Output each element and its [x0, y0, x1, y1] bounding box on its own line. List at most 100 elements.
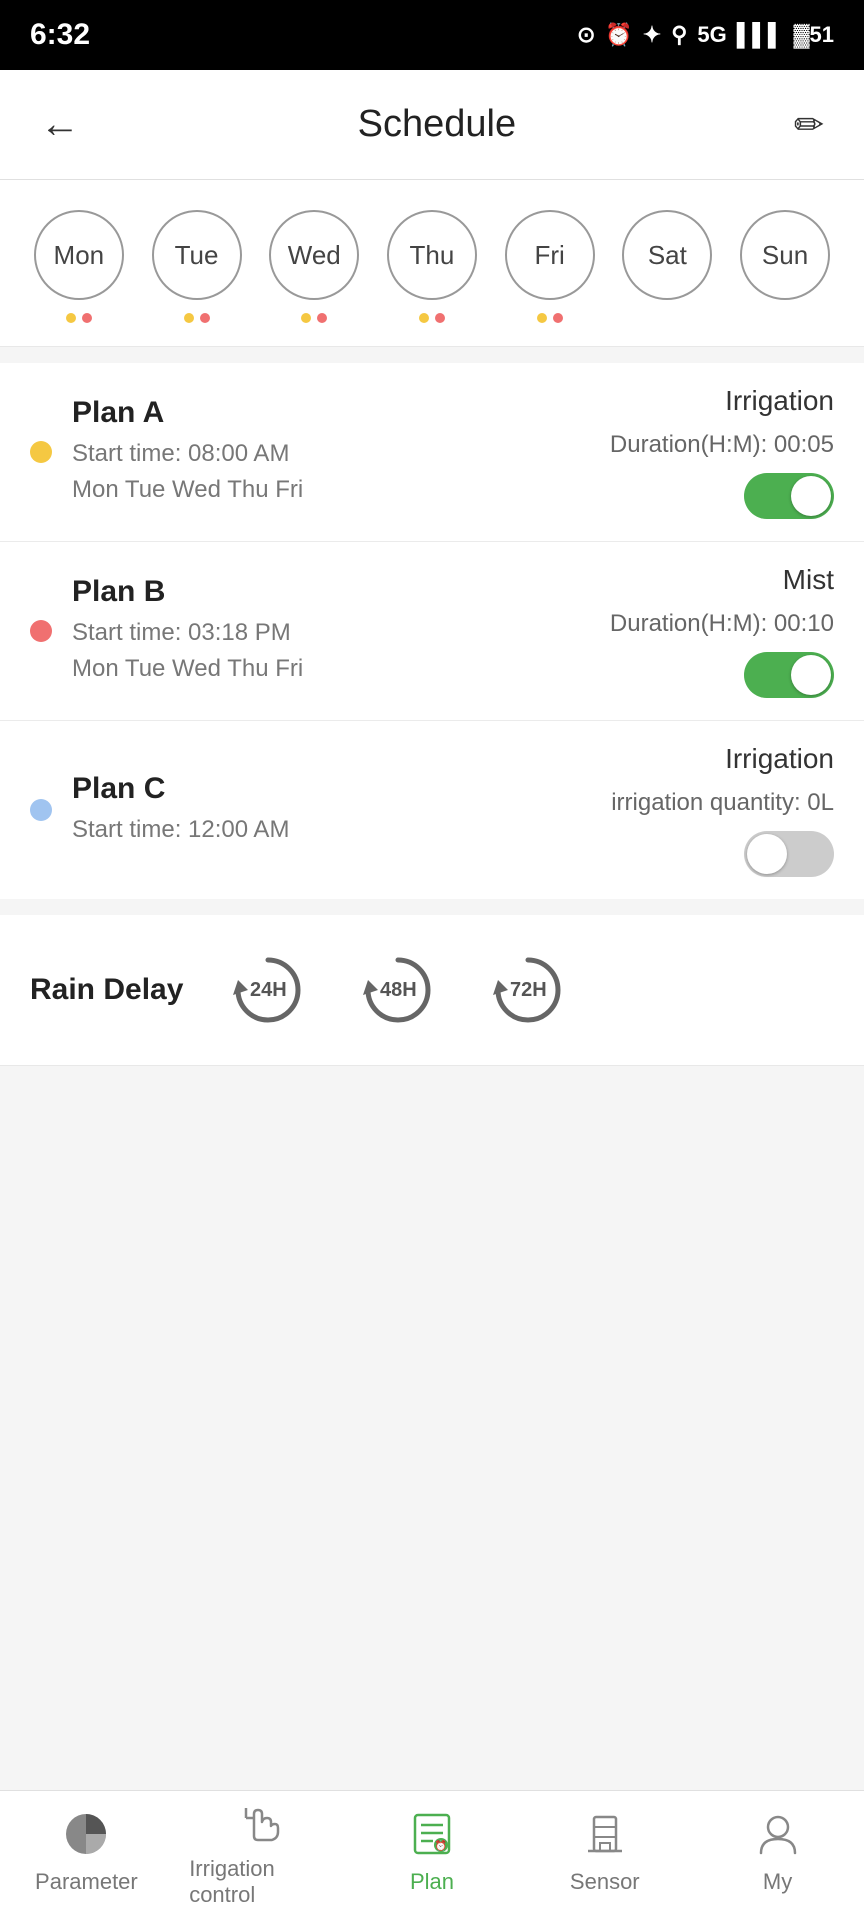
plan-toggle-b[interactable]: [744, 652, 834, 698]
hand-icon: [234, 1796, 284, 1846]
dot-red: [435, 313, 445, 323]
dot-yellow: [301, 313, 311, 323]
day-circle-wed[interactable]: Wed: [269, 210, 359, 300]
status-icons: ⊙ ⏰ ✦ ⚲ 5G ▌▌▌ ▓51: [577, 22, 834, 48]
nav-item-plan[interactable]: ⏰ Plan: [362, 1807, 502, 1895]
parameter-icon: [59, 1807, 113, 1861]
plan-info-a: Plan A Start time: 08:00 AM Mon Tue Wed …: [72, 396, 590, 508]
rain-24h-label: 24H: [250, 979, 287, 1002]
plan-toggle-c[interactable]: [744, 831, 834, 877]
nav-label-my: My: [763, 1869, 792, 1895]
plan-list-icon: ⏰: [407, 1809, 457, 1859]
nav-label-parameter: Parameter: [35, 1869, 138, 1895]
dot-yellow: [419, 313, 429, 323]
edit-button[interactable]: ✏: [794, 104, 824, 146]
toggle-knob-a: [791, 476, 831, 516]
rain-delay-72h[interactable]: 72H: [483, 945, 573, 1035]
plan-duration-c: irrigation quantity: 0L: [611, 789, 834, 817]
plan-duration-b: Duration(H:M): 00:10: [610, 610, 834, 638]
irrigation-control-icon: [232, 1794, 286, 1848]
plan-type-c: Irrigation: [725, 743, 834, 775]
dot-red: [82, 313, 92, 323]
dot-yellow: [184, 313, 194, 323]
day-sat[interactable]: Sat: [622, 210, 712, 326]
plan-toggle-a[interactable]: [744, 473, 834, 519]
day-dots-tue: [184, 310, 210, 326]
dot-red: [317, 313, 327, 323]
day-fri[interactable]: Fri: [505, 210, 595, 326]
plan-start-b: Start time: 03:18 PM: [72, 615, 590, 651]
plan-right-b: Mist Duration(H:M): 00:10: [610, 564, 834, 698]
user-icon: [753, 1809, 803, 1859]
nav-item-irrigation-control[interactable]: Irrigation control: [189, 1794, 329, 1908]
dot-yellow: [66, 313, 76, 323]
signal-bars: ▌▌▌: [737, 22, 784, 48]
day-circle-tue[interactable]: Tue: [152, 210, 242, 300]
nav-label-plan: Plan: [410, 1869, 454, 1895]
nav-label-sensor: Sensor: [570, 1869, 640, 1895]
plan-type-a: Irrigation: [725, 385, 834, 417]
day-circle-fri[interactable]: Fri: [505, 210, 595, 300]
rain-72h-label: 72H: [510, 979, 547, 1002]
dot-red: [200, 313, 210, 323]
day-wed[interactable]: Wed: [269, 210, 359, 326]
rain-delay-section: Rain Delay 24H 48H 72H: [0, 915, 864, 1066]
plan-name-b: Plan B: [72, 575, 590, 609]
day-tue[interactable]: Tue: [152, 210, 242, 326]
rain-delay-48h[interactable]: 48H: [353, 945, 443, 1035]
status-time: 6:32: [30, 18, 90, 52]
alarm-icon: ⏰: [605, 22, 632, 48]
plan-duration-a: Duration(H:M): 00:05: [610, 431, 834, 459]
day-selector: Mon Tue Wed Thu: [0, 180, 864, 347]
svg-text:⏰: ⏰: [435, 1839, 447, 1852]
page-title: Schedule: [358, 103, 516, 146]
plan-info-c: Plan C Start time: 12:00 AM: [72, 772, 591, 848]
day-sun[interactable]: Sun: [740, 210, 830, 326]
day-circle-sun[interactable]: Sun: [740, 210, 830, 300]
plan-right-c: Irrigation irrigation quantity: 0L: [611, 743, 834, 877]
plan-item-a[interactable]: Plan A Start time: 08:00 AM Mon Tue Wed …: [0, 363, 864, 542]
plan-type-b: Mist: [783, 564, 834, 596]
plan-days-b: Mon Tue Wed Thu Fri: [72, 651, 590, 687]
plan-days-a: Mon Tue Wed Thu Fri: [72, 472, 590, 508]
day-circle-thu[interactable]: Thu: [387, 210, 477, 300]
toggle-knob-b: [791, 655, 831, 695]
sensor-building-icon: [580, 1809, 630, 1859]
plan-dot-a: [30, 441, 52, 463]
dot-yellow: [537, 313, 547, 323]
plan-name-c: Plan C: [72, 772, 591, 806]
plan-start-a: Start time: 08:00 AM: [72, 436, 590, 472]
rain-48h-label: 48H: [380, 979, 417, 1002]
rain-delay-buttons: 24H 48H 72H: [223, 945, 573, 1035]
day-circle-mon[interactable]: Mon: [34, 210, 124, 300]
plans-section: Plan A Start time: 08:00 AM Mon Tue Wed …: [0, 363, 864, 899]
day-dots-wed: [301, 310, 327, 326]
my-icon: [751, 1807, 805, 1861]
plan-icon: ⏰: [405, 1807, 459, 1861]
nav-item-parameter[interactable]: Parameter: [16, 1807, 156, 1895]
nav-item-my[interactable]: My: [708, 1807, 848, 1895]
dot-red: [553, 313, 563, 323]
day-thu[interactable]: Thu: [387, 210, 477, 326]
day-dots-fri: [537, 310, 563, 326]
plan-name-a: Plan A: [72, 396, 590, 430]
day-dots-thu: [419, 310, 445, 326]
nav-label-irrigation-control: Irrigation control: [189, 1856, 329, 1908]
bluetooth-icon: ✦: [643, 22, 661, 48]
plan-item-c[interactable]: Plan C Start time: 12:00 AM Irrigation i…: [0, 721, 864, 899]
rain-delay-24h[interactable]: 24H: [223, 945, 313, 1035]
day-mon[interactable]: Mon: [34, 210, 124, 326]
bottom-nav: Parameter Irrigation control ⏰ Plan: [0, 1790, 864, 1920]
wifi-icon: ⚲: [671, 22, 687, 48]
nfc-icon: ⊙: [577, 22, 595, 48]
header: ← Schedule ✏: [0, 70, 864, 180]
sensor-icon: [578, 1807, 632, 1861]
back-button[interactable]: ←: [40, 102, 80, 147]
plan-dot-c: [30, 799, 52, 821]
rain-delay-label: Rain Delay: [30, 973, 183, 1007]
day-circle-sat[interactable]: Sat: [622, 210, 712, 300]
nav-item-sensor[interactable]: Sensor: [535, 1807, 675, 1895]
plan-item-b[interactable]: Plan B Start time: 03:18 PM Mon Tue Wed …: [0, 542, 864, 721]
plan-start-c: Start time: 12:00 AM: [72, 812, 591, 848]
battery: ▓51: [793, 22, 834, 48]
